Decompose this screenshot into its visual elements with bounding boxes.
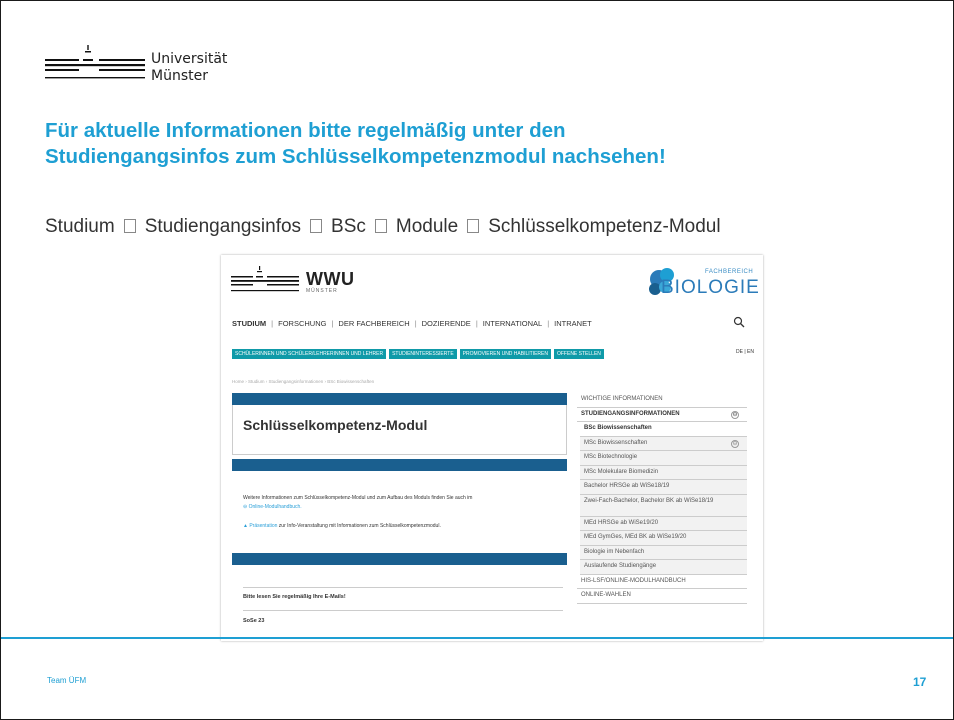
sidebar-item-label: Zwei-Fach-Bachelor, Bachelor BK ab WiSe1… bbox=[584, 497, 714, 504]
separator-box-icon bbox=[123, 219, 136, 233]
sidebar-item[interactable]: STUDIENGANGSINFORMATIONEN ⊖ bbox=[577, 408, 747, 422]
sidebar-item-label: ONLINE-WAHLEN bbox=[581, 592, 631, 598]
wwu-logo-mark-icon bbox=[231, 266, 299, 292]
sidebar-item[interactable]: MSc Molekulare Biomedizin bbox=[580, 465, 747, 480]
breadcrumb-item: Module bbox=[395, 216, 459, 237]
audience-button-promovieren[interactable]: PROMOVIEREN UND HABILITIEREN bbox=[459, 349, 551, 359]
wwu-logo-mark-icon bbox=[45, 45, 145, 79]
sidebar-item-label: HIS-LSF/ONLINE-MODULHANDBUCH bbox=[581, 577, 686, 584]
presentation-row: ▲ Präsentation zur Info-Veranstaltung mi… bbox=[243, 523, 441, 529]
sidebar-item-label: STUDIENGANGSINFORMATIONEN bbox=[581, 410, 680, 417]
sidebar-item-label: MSc Biotechnologie bbox=[584, 454, 638, 460]
audience-button-stellen[interactable]: OFFENE STELLEN bbox=[553, 349, 604, 359]
nav-item-forschung[interactable]: FORSCHUNG bbox=[278, 319, 326, 328]
sidebar-item[interactable]: MSc Biowissenschaften ⊖ bbox=[580, 436, 747, 451]
sidebar-item[interactable]: WICHTIGE INFORMATIONEN bbox=[577, 393, 747, 408]
sidebar-item[interactable]: Auslaufende Studiengänge bbox=[580, 560, 747, 575]
website-breadcrumb: Home › Studium › Studiengangsinformation… bbox=[232, 379, 375, 384]
divider bbox=[243, 610, 563, 611]
content-header-bar bbox=[232, 393, 567, 405]
nav-item-international[interactable]: INTERNATIONAL bbox=[483, 319, 542, 328]
language-switch[interactable]: DE | EN bbox=[736, 349, 754, 355]
separator-box-icon bbox=[374, 219, 387, 233]
breadcrumb-item: Schlüsselkompetenz-Modul bbox=[488, 216, 721, 237]
slide-headline: Für aktuelle Informationen bitte regelmä… bbox=[45, 118, 905, 170]
nav-item-dozierende[interactable]: DOZIERENDE bbox=[422, 319, 471, 328]
logo-line-2: Münster bbox=[151, 68, 208, 84]
sidebar-item-label: BSc Biowissenschaften bbox=[584, 425, 652, 431]
breadcrumb-item: Studium bbox=[45, 216, 115, 237]
search-icon[interactable] bbox=[733, 316, 745, 328]
sidebar-item-label: Biologie im Nebenfach bbox=[584, 548, 645, 555]
sidebar-item[interactable]: Zwei-Fach-Bachelor, Bachelor BK ab WiSe1… bbox=[580, 494, 747, 517]
nav-item-intranet[interactable]: INTRANET bbox=[554, 319, 592, 328]
content-divider-bar-2 bbox=[232, 553, 567, 565]
headline-line-2: Studiengangsinfos zum Schlüsselkompetenz… bbox=[45, 145, 666, 168]
sidebar-item-label: WICHTIGE INFORMATIONEN bbox=[581, 396, 663, 402]
info-paragraph: Weitere Informationen zum Schlüsselkompe… bbox=[243, 495, 473, 501]
website-screenshot: WWU MÜNSTER FACHBEREICH BIOLOGIE STUDIUM… bbox=[221, 255, 763, 641]
breadcrumb: Studium Studiengangsinfos BSc Module Schlüss… bbox=[45, 216, 925, 238]
sidebar-item-label: MEd GymGes, MEd BK ab WiSe19/20 bbox=[584, 534, 687, 540]
sidebar-item[interactable]: BSc Biowissenschaften bbox=[580, 422, 747, 437]
audience-button-schueler[interactable]: SCHÜLERINNEN UND SCHÜLER/LEHRERINNEN UND… bbox=[232, 349, 387, 359]
sidebar-item[interactable]: MSc Biotechnologie bbox=[580, 451, 747, 466]
sidebar-item[interactable]: ONLINE-WAHLEN bbox=[577, 589, 747, 604]
breadcrumb-item: BSc bbox=[331, 216, 366, 237]
info-link-row: ⊖ Online-Modulhandbuch. bbox=[243, 504, 302, 510]
presentation-link[interactable]: Präsentation bbox=[249, 523, 277, 529]
audience-button-studieninteressierte[interactable]: STUDIENINTERESSIERTE bbox=[389, 349, 457, 359]
wwu-subtitle: MÜNSTER bbox=[306, 288, 338, 294]
sidebar-item[interactable]: Biologie im Nebenfach bbox=[580, 545, 747, 560]
university-logo: Universität Münster bbox=[45, 41, 245, 91]
page-title: Schlüsselkompetenz-Modul bbox=[243, 417, 428, 433]
modulhandbuch-link[interactable]: Online-Modulhandbuch. bbox=[249, 504, 302, 510]
separator-box-icon bbox=[310, 219, 323, 233]
slide: Universität Münster Für aktuelle Informa… bbox=[0, 0, 954, 720]
content-divider-bar bbox=[232, 459, 567, 471]
sidebar-item-label: MSc Biowissenschaften bbox=[584, 439, 648, 446]
collapse-icon[interactable]: ⊖ bbox=[731, 410, 739, 419]
nav-item-fachbereich[interactable]: DER FACHBEREICH bbox=[338, 319, 409, 328]
main-navigation: STUDIUM | FORSCHUNG | DER FACHBEREICH | DOZIER… bbox=[232, 319, 592, 328]
mail-notice: Bitte lesen Sie regelmäßig Ihre E-Mails! bbox=[243, 594, 346, 600]
fachbereich-label: FACHBEREICH bbox=[705, 269, 754, 275]
sidebar-item-label: Bachelor HRSGe ab WiSe18/19 bbox=[584, 483, 670, 489]
sidebar-item-label: Auslaufende Studiengänge bbox=[584, 563, 657, 569]
biologie-label: BIOLOGIE bbox=[661, 277, 760, 298]
audience-button-bar: SCHÜLERINNEN UND SCHÜLER/LEHRERINNEN UND… bbox=[232, 349, 607, 359]
divider bbox=[243, 587, 563, 588]
sidebar-item[interactable]: Bachelor HRSGe ab WiSe18/19 bbox=[580, 480, 747, 495]
footer-divider bbox=[1, 637, 953, 639]
nav-item-studium[interactable]: STUDIUM bbox=[232, 319, 266, 328]
separator-box-icon bbox=[467, 219, 480, 233]
breadcrumb-item: Studiengangsinfos bbox=[144, 216, 302, 237]
sidebar-navigation: WICHTIGE INFORMATIONEN STUDIENGANGSINFORM… bbox=[577, 393, 747, 604]
sidebar-item[interactable]: MEd HRSGe ab WiSe19/20 bbox=[580, 516, 747, 531]
sidebar-item-label: MEd HRSGe ab WiSe19/20 bbox=[584, 519, 659, 526]
sidebar-item[interactable]: MEd GymGes, MEd BK ab WiSe19/20 bbox=[580, 531, 747, 546]
sidebar-item-label: MSc Molekulare Biomedizin bbox=[584, 468, 659, 475]
page-number: 17 bbox=[913, 675, 927, 689]
collapse-icon[interactable]: ⊖ bbox=[731, 439, 739, 448]
logo-line-1: Universität bbox=[151, 51, 228, 67]
semester-label: SoSe 23 bbox=[243, 618, 265, 624]
wwu-name: WWU bbox=[306, 269, 355, 289]
headline-line-1: Für aktuelle Informationen bitte regelmä… bbox=[45, 119, 566, 142]
sidebar-item[interactable]: HIS-LSF/ONLINE-MODULHANDBUCH bbox=[577, 575, 747, 589]
footer-team: Team ÜFM bbox=[47, 676, 87, 685]
presentation-text: zur Info-Veranstaltung mit Informationen… bbox=[277, 523, 441, 529]
